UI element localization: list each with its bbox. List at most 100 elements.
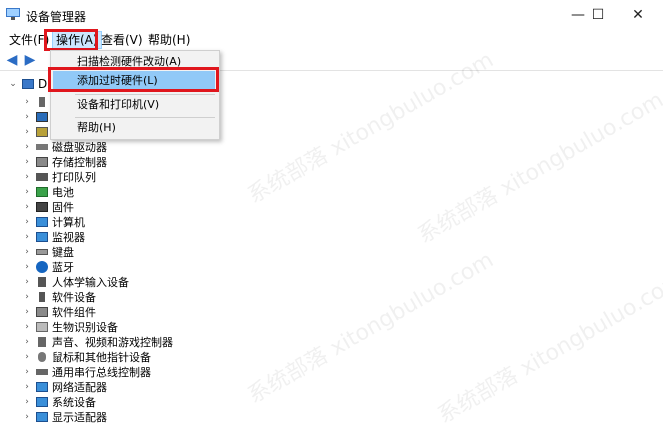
system-device-icon — [36, 396, 48, 407]
keyboard-icon — [36, 248, 48, 255]
menu-scan-hardware[interactable]: 扫描检测硬件改动(A) — [77, 53, 215, 71]
software-component-icon — [36, 306, 48, 317]
window-title: 设备管理器 — [26, 10, 87, 24]
device-icon — [36, 111, 48, 122]
network-icon — [36, 381, 48, 392]
tree-item-label: 键盘 — [52, 245, 74, 259]
mouse-icon — [38, 351, 46, 362]
chevron-right-icon[interactable]: › — [22, 277, 32, 287]
computer-icon — [22, 79, 34, 89]
tree-item-label: 鼠标和其他指针设备 — [52, 350, 151, 364]
device-manager-icon — [6, 8, 20, 20]
menu-separator — [75, 117, 215, 118]
tree-item-computer[interactable]: › 计算机 — [22, 214, 85, 229]
chevron-right-icon[interactable]: › — [22, 337, 32, 347]
tree-item-label: 电池 — [52, 185, 74, 199]
chevron-right-icon[interactable]: › — [22, 247, 32, 257]
device-icon — [39, 96, 45, 107]
tree-item-usb[interactable]: › 通用串行总线控制器 — [22, 364, 151, 379]
speaker-icon — [38, 336, 46, 347]
tree-root-label: D — [38, 77, 48, 91]
chevron-right-icon[interactable]: › — [22, 172, 32, 182]
tree-item[interactable]: › — [22, 94, 52, 109]
menu-view[interactable]: 查看(V) — [98, 32, 146, 48]
action-dropdown-menu: 扫描检测硬件改动(A) 添加过时硬件(L) 设备和打印机(V) 帮助(H) — [50, 50, 220, 140]
tree-item-software-components[interactable]: › 软件组件 — [22, 304, 96, 319]
tree-item-label: 生物识别设备 — [52, 320, 118, 334]
bluetooth-icon — [36, 260, 48, 273]
menu-help-item[interactable]: 帮助(H) — [77, 119, 215, 137]
chevron-right-icon[interactable]: › — [22, 127, 32, 137]
chevron-right-icon[interactable]: › — [22, 367, 32, 377]
tree-item-monitors[interactable]: › 监视器 — [22, 229, 85, 244]
chevron-right-icon[interactable]: › — [22, 202, 32, 212]
chevron-right-icon[interactable]: › — [22, 157, 32, 167]
tree-item-mice[interactable]: › 鼠标和其他指针设备 — [22, 349, 151, 364]
tree-item-sound[interactable]: › 声音、视频和游戏控制器 — [22, 334, 173, 349]
chevron-right-icon[interactable]: › — [22, 397, 32, 407]
chevron-down-icon[interactable]: ⌄ — [8, 79, 18, 89]
chevron-right-icon[interactable]: › — [22, 307, 32, 317]
chevron-right-icon[interactable]: › — [22, 292, 32, 302]
title-bar: 设备管理器 — ☐ ✕ — [0, 0, 663, 30]
menu-file[interactable]: 文件(F) — [6, 32, 52, 48]
tree-item-batteries[interactable]: › 电池 — [22, 184, 74, 199]
chevron-right-icon[interactable]: › — [22, 97, 32, 107]
tree-item-label: 固件 — [52, 200, 74, 214]
chevron-right-icon[interactable]: › — [22, 262, 32, 272]
battery-icon — [36, 186, 48, 197]
tree-item-software-devices[interactable]: › 软件设备 — [22, 289, 96, 304]
tree-item-label: 软件组件 — [52, 305, 96, 319]
tree-item-label: 网络适配器 — [52, 380, 107, 394]
tree-item-label: 人体学输入设备 — [52, 275, 129, 289]
back-arrow-icon[interactable]: ◀ — [4, 52, 20, 68]
chevron-right-icon[interactable]: › — [22, 217, 32, 227]
tree-item[interactable]: › — [22, 109, 52, 124]
tree-item-network[interactable]: › 网络适配器 — [22, 379, 107, 394]
tree-item-label: 打印队列 — [52, 170, 96, 184]
menu-devices-and-printers[interactable]: 设备和打印机(V) — [77, 96, 215, 114]
tree-item-keyboards[interactable]: › 键盘 — [22, 244, 74, 259]
close-button[interactable]: ✕ — [615, 0, 661, 30]
chevron-right-icon[interactable]: › — [22, 352, 32, 362]
menu-action[interactable]: 操作(A) — [52, 31, 102, 49]
tree-item-storage-controllers[interactable]: › 存储控制器 — [22, 154, 107, 169]
tree-item-display[interactable]: › 显示适配器 — [22, 409, 107, 424]
menu-add-legacy-hardware[interactable]: 添加过时硬件(L) — [77, 72, 215, 90]
tree-item-bluetooth[interactable]: › 蓝牙 — [22, 259, 74, 274]
tree-item-label: 磁盘驱动器 — [52, 140, 107, 154]
tree-item-label: 存储控制器 — [52, 155, 107, 169]
disk-drive-icon — [36, 143, 48, 150]
tree-item-disk-drives[interactable]: › 磁盘驱动器 — [22, 139, 107, 154]
printer-icon — [36, 172, 48, 181]
chevron-right-icon[interactable]: › — [22, 412, 32, 422]
tree-item-firmware[interactable]: › 固件 — [22, 199, 74, 214]
chevron-right-icon[interactable]: › — [22, 112, 32, 122]
storage-controller-icon — [36, 156, 48, 167]
monitor-icon — [36, 216, 48, 227]
tree-item-print-queues[interactable]: › 打印队列 — [22, 169, 96, 184]
chevron-right-icon[interactable]: › — [22, 232, 32, 242]
tree-item-label: 显示适配器 — [52, 410, 107, 424]
tree-item-system[interactable]: › 系统设备 — [22, 394, 96, 409]
tree-item-label: 计算机 — [52, 215, 85, 229]
tree-item-label: 监视器 — [52, 230, 85, 244]
chevron-right-icon[interactable]: › — [22, 322, 32, 332]
forward-arrow-icon[interactable]: ▶ — [22, 52, 38, 68]
firmware-icon — [36, 201, 48, 212]
tree-root[interactable]: ⌄ D — [8, 76, 47, 92]
tree-item-label: 蓝牙 — [52, 260, 74, 274]
tree-item-biometric[interactable]: › 生物识别设备 — [22, 319, 118, 334]
menu-help[interactable]: 帮助(H) — [145, 32, 193, 48]
hid-icon — [38, 276, 46, 287]
chevron-right-icon[interactable]: › — [22, 187, 32, 197]
tree-item[interactable]: › — [22, 124, 52, 139]
tree-item-label: 声音、视频和游戏控制器 — [52, 335, 173, 349]
tree-item-hid[interactable]: › 人体学输入设备 — [22, 274, 129, 289]
chevron-right-icon[interactable]: › — [22, 142, 32, 152]
device-icon — [36, 126, 48, 137]
menu-separator — [75, 94, 215, 95]
monitor-icon — [36, 231, 48, 242]
tree-item-label: 通用串行总线控制器 — [52, 365, 151, 379]
chevron-right-icon[interactable]: › — [22, 382, 32, 392]
